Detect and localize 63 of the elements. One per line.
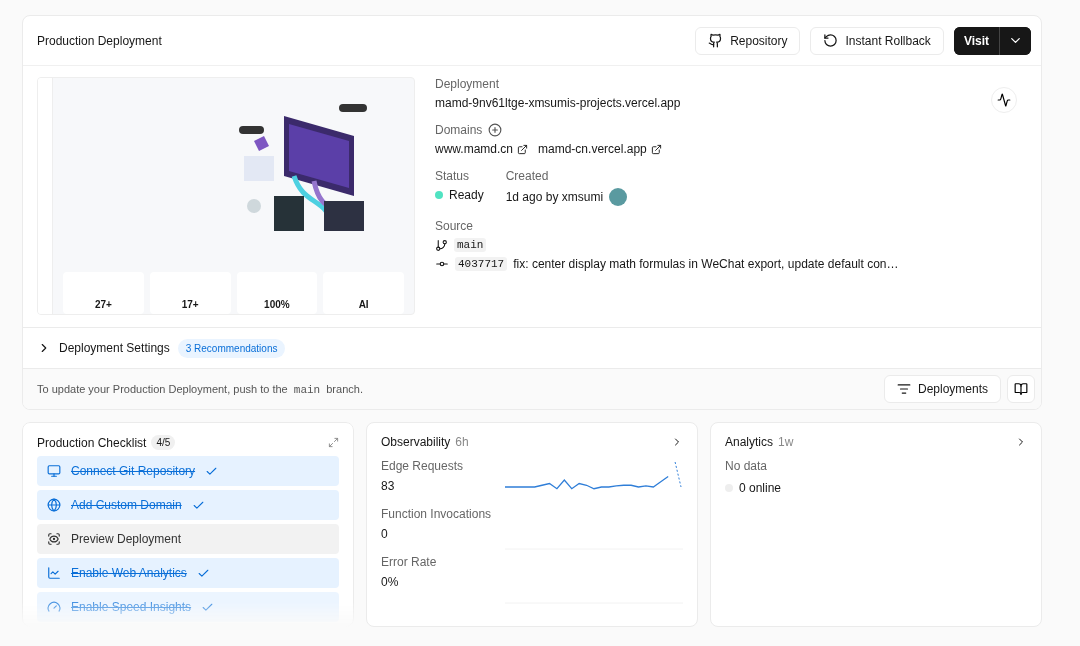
eye-icon — [47, 532, 61, 546]
sparkline — [674, 461, 682, 488]
chart-icon — [47, 566, 61, 580]
commit-hash: 4037717 — [455, 257, 508, 271]
book-icon — [1014, 382, 1028, 396]
stat-value: 27+ — [63, 272, 144, 314]
stat-value: 100% — [236, 272, 318, 314]
status-dot — [435, 191, 443, 199]
progress-count: 4/5 — [151, 435, 176, 450]
monitor-icon — [47, 464, 61, 478]
globe-icon — [47, 498, 61, 512]
dropdown-button[interactable] — [999, 26, 1031, 55]
add-icon[interactable] — [488, 123, 503, 137]
metric-label: Edge Requests — [381, 459, 465, 473]
metric-label: Error Rate — [381, 555, 438, 569]
metric-label: Function Invocations — [381, 507, 493, 521]
stat-value: 17+ — [149, 272, 231, 314]
header-button[interactable]: Instant Rollback — [810, 26, 944, 55]
activity-icon — [997, 93, 1011, 107]
filter-icon — [896, 382, 911, 396]
empty-text: No data — [725, 459, 769, 473]
online-count: 0 online — [739, 481, 782, 495]
deployment-url[interactable]: mamd-9nv61ltge-xmsumis-projects.vercel.app — [435, 96, 1027, 110]
metric-value: 83 — [381, 479, 396, 493]
field-label: Created — [505, 169, 550, 183]
deployments-button[interactable]: Deployments — [883, 375, 1001, 403]
settings-label[interactable]: Deployment Settings — [59, 341, 170, 355]
docs-button[interactable] — [1007, 375, 1035, 403]
expand-icon[interactable] — [328, 437, 339, 448]
metric-value: 0 — [381, 527, 389, 541]
checklist-item[interactable]: Enable Web Analytics — [37, 558, 339, 588]
external-link-icon — [650, 143, 662, 155]
github-icon — [708, 33, 724, 48]
section-title: Production Deployment — [37, 33, 162, 48]
card-title: Analytics — [725, 435, 774, 449]
checklist-item[interactable]: Add Custom Domain — [37, 490, 339, 520]
gauge-icon — [47, 600, 61, 614]
domain-link[interactable]: mamd-cn.vercel.app — [538, 142, 647, 156]
status-text: Ready — [449, 188, 484, 202]
card-title: Observability — [381, 435, 451, 449]
field-label: Status — [435, 169, 471, 183]
commit-message: fix: center display math formulas in WeChat export, update default con… — [513, 257, 899, 271]
field-label: Source — [435, 219, 475, 233]
avatar — [609, 188, 628, 206]
stat-value: AI — [323, 272, 404, 314]
checklist-item[interactable]: Connect Git Repository — [37, 456, 339, 486]
footer-text: To update your Production Deployment, push to the main branch. — [37, 382, 363, 396]
created-text: 1d ago by xmsumi — [505, 190, 604, 204]
recommendations-badge[interactable]: 3 Recommendations — [177, 338, 286, 358]
header-button[interactable]: Repository — [695, 26, 801, 55]
time-range: 1w — [778, 435, 794, 449]
external-link-icon — [517, 143, 529, 155]
field-label: Deployment — [435, 77, 501, 91]
card-title: Production Checklist — [37, 435, 147, 450]
activity-button[interactable] — [991, 87, 1017, 113]
field-label: Domains — [435, 123, 483, 137]
metric-value: 0% — [381, 575, 400, 589]
branch-icon — [435, 238, 448, 252]
rollback-icon — [823, 33, 839, 48]
time-range: 6h — [455, 435, 469, 449]
domain-link[interactable]: www.mamd.cn — [435, 142, 514, 156]
checklist-item[interactable]: Preview Deployment — [37, 524, 339, 554]
branch-name: main — [454, 238, 487, 252]
